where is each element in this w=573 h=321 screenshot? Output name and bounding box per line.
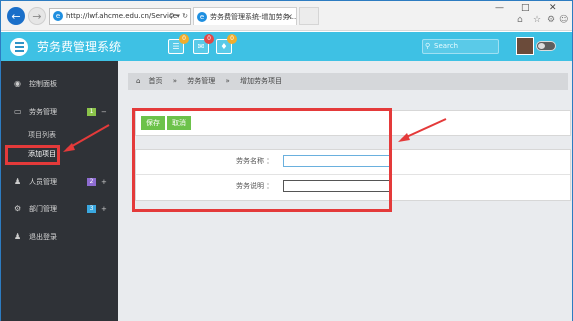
feedback-smiley-icon[interactable]: ☺ xyxy=(559,15,568,25)
address-bar[interactable]: e http://lwf.ahcme.edu.cn/Service ⚲ ▾ ↻ xyxy=(49,8,191,25)
search-input[interactable]: ⚲ Search xyxy=(422,39,499,54)
laptop-icon: ▭ xyxy=(14,107,22,116)
breadcrumb-labor[interactable]: 劳务管理 xyxy=(187,77,215,85)
avatar[interactable] xyxy=(516,37,534,55)
mail-icon[interactable]: ✉ 0 xyxy=(193,34,214,54)
search-icon: ⚲ xyxy=(425,42,431,50)
bell-icon[interactable]: ♦ 0 xyxy=(216,34,237,54)
count-badge: 2 xyxy=(87,178,96,186)
app-header: 劳务费管理系统 ☰ 0 ✉ 0 ♦ 0 ⚲ Search xyxy=(1,32,572,61)
sidebar-item-label: 退出登录 xyxy=(29,233,57,241)
sidebar: ◉ 控制面板 ▭ 劳务管理 1 − 项目列表 添加项目 ♟ 人员管理 2 + ⚙… xyxy=(1,61,118,321)
sidebar-item-personnel[interactable]: ♟ 人员管理 2 + xyxy=(1,175,118,189)
breadcrumb-separator: » xyxy=(172,77,177,85)
forward-button[interactable]: → xyxy=(28,7,46,25)
favorites-star-icon[interactable]: ☆ xyxy=(533,15,541,25)
sidebar-item-logout[interactable]: ♟ 退出登录 xyxy=(1,230,118,244)
ie-icon: e xyxy=(197,12,207,22)
app-title: 劳务费管理系统 xyxy=(37,40,122,54)
close-window-icon[interactable]: ✕ xyxy=(549,3,557,13)
sidebar-item-label: 劳务管理 xyxy=(29,108,57,116)
close-tab-icon[interactable]: × xyxy=(286,8,293,25)
count-badge: 3 xyxy=(87,205,96,213)
menu-toggle-icon[interactable] xyxy=(10,38,28,56)
search-placeholder: Search xyxy=(434,42,459,50)
sidebar-item-label: 人员管理 xyxy=(29,178,57,186)
breadcrumb-separator: » xyxy=(225,77,230,85)
search-refresh-icon[interactable]: ⚲ ▾ ↻ xyxy=(169,9,188,24)
sidebar-item-labor[interactable]: ▭ 劳务管理 1 − xyxy=(1,105,118,119)
minimize-icon[interactable]: — xyxy=(495,3,504,13)
collapse-icon[interactable]: − xyxy=(101,105,107,119)
sidebar-item-label: 部门管理 xyxy=(29,205,57,213)
address-text: http://lwf.ahcme.edu.cn/Service xyxy=(66,12,178,20)
home-icon[interactable]: ⌂ xyxy=(517,15,523,25)
home-icon: ⌂ xyxy=(136,77,141,85)
sidebar-item-label: 控制面板 xyxy=(29,80,57,88)
breadcrumb-home[interactable]: 首页 xyxy=(148,77,162,85)
breadcrumb-current: 增加劳务项目 xyxy=(239,77,282,85)
maximize-icon[interactable]: □ xyxy=(521,3,530,13)
expand-icon[interactable]: + xyxy=(101,175,107,189)
highlight-box-sidebar xyxy=(5,145,60,165)
browser-toolbar: ← → e http://lwf.ahcme.edu.cn/Service ⚲ … xyxy=(1,1,572,31)
user-logout-icon: ♟ xyxy=(14,232,22,241)
bell-badge: 0 xyxy=(227,34,237,44)
gear-icon[interactable]: ⚙ xyxy=(547,15,555,25)
tab-title: 劳务费管理系统-增加劳务... xyxy=(210,13,297,21)
user-icon: ♟ xyxy=(14,177,22,186)
count-badge: 1 xyxy=(87,108,96,116)
tasks-icon[interactable]: ☰ 0 xyxy=(168,34,189,54)
new-tab-button[interactable] xyxy=(299,7,319,25)
back-button[interactable]: ← xyxy=(7,7,25,25)
sidebar-item-dashboard[interactable]: ◉ 控制面板 xyxy=(1,77,118,91)
user-toggle[interactable] xyxy=(536,41,556,51)
browser-window: ← → e http://lwf.ahcme.edu.cn/Service ⚲ … xyxy=(0,0,573,321)
mail-badge: 0 xyxy=(204,34,214,44)
dashboard-icon: ◉ xyxy=(14,79,21,88)
tasks-badge: 0 xyxy=(179,34,189,44)
breadcrumb: ⌂ 首页 » 劳务管理 » 增加劳务项目 xyxy=(128,73,568,90)
highlight-box-form xyxy=(132,108,392,212)
cogs-icon: ⚙ xyxy=(14,204,22,213)
sidebar-item-department[interactable]: ⚙ 部门管理 3 + xyxy=(1,202,118,216)
expand-icon[interactable]: + xyxy=(101,202,107,216)
sidebar-subitem-project-list[interactable]: 项目列表 xyxy=(1,128,118,142)
browser-tab[interactable]: e 劳务费管理系统-增加劳务... × xyxy=(193,7,297,25)
ie-icon: e xyxy=(53,11,63,21)
